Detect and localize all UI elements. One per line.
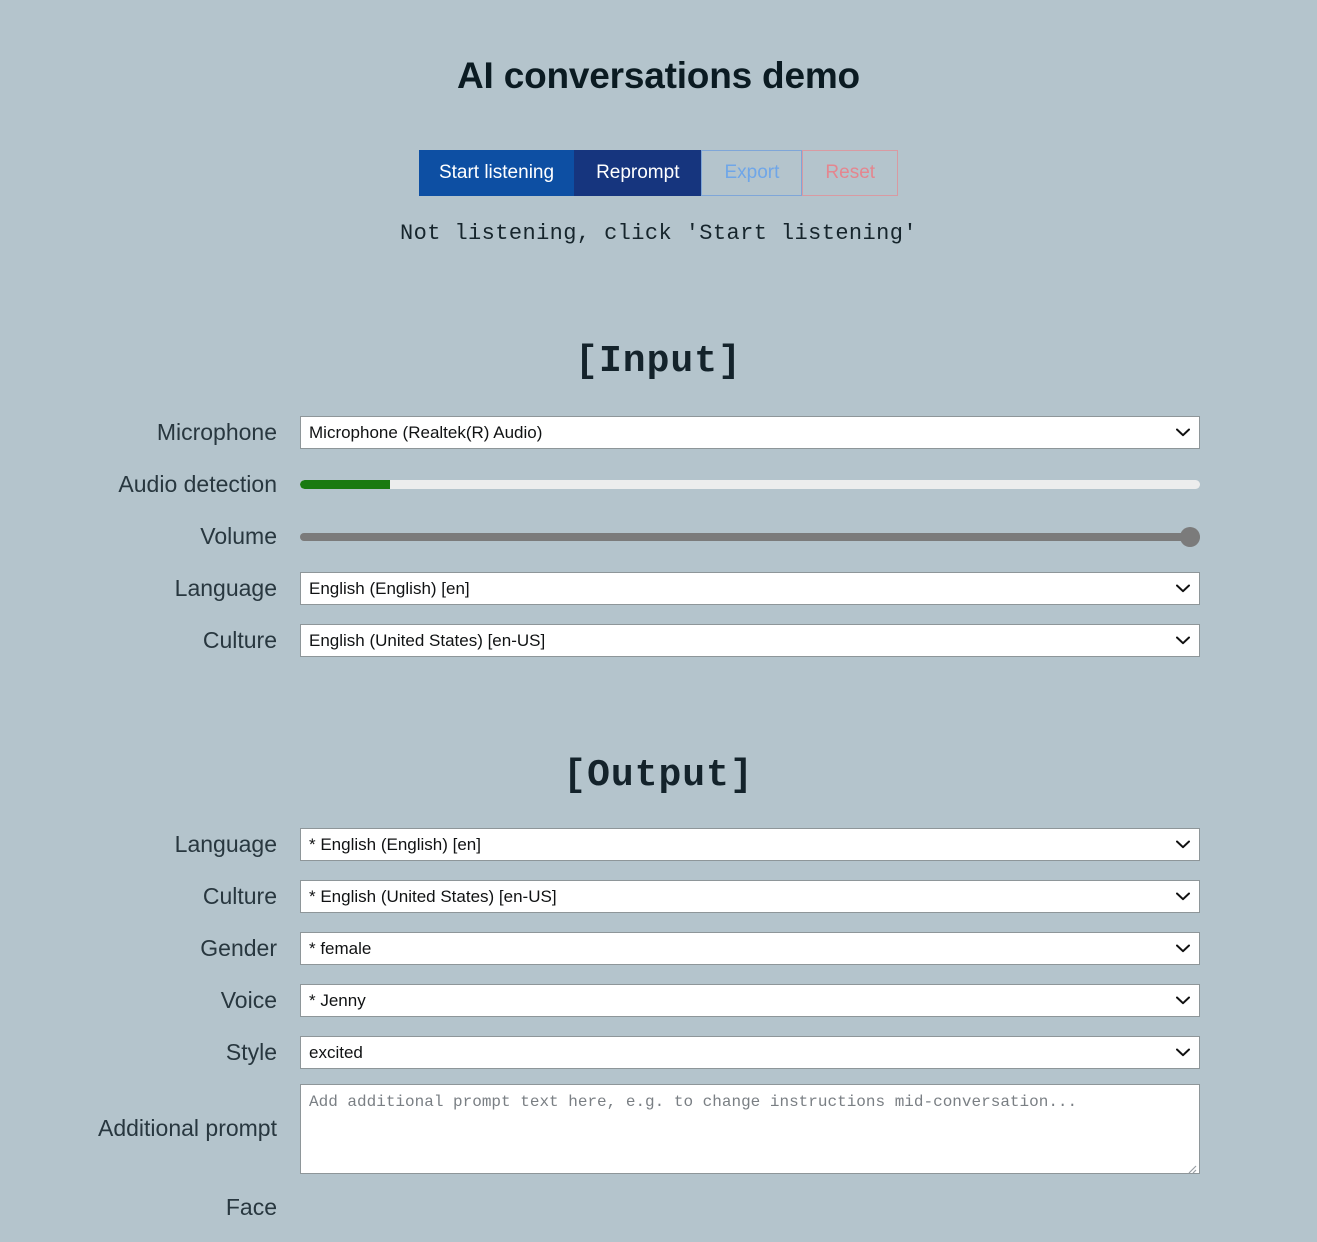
face-field [300, 1180, 1207, 1236]
output-language-field: * English (English) [en] [300, 819, 1207, 871]
output-language-select-value: * English (English) [en] [309, 834, 481, 854]
audio-detection-label: Audio detection [118, 470, 277, 497]
output-gender-field: * female [300, 923, 1207, 975]
input-culture-label: Culture [202, 626, 277, 653]
output-gender-select[interactable]: * female [300, 932, 1200, 966]
additional-prompt-placeholder: Add additional prompt text here, e.g. to… [309, 1093, 1078, 1112]
volume-label: Volume [200, 522, 277, 549]
output-language-select[interactable]: * English (English) [en] [300, 828, 1200, 862]
output-section-heading: [Output] [563, 753, 754, 797]
output-voice-label: Voice [220, 986, 277, 1013]
output-voice-select-value: * Jenny [309, 990, 366, 1010]
output-culture-select[interactable]: * English (United States) [en-US] [300, 880, 1200, 914]
face-label: Face [225, 1193, 277, 1220]
page-title: AI conversations demo [457, 55, 860, 96]
audio-detection-field [300, 459, 1207, 511]
chevron-down-icon [1176, 1037, 1190, 1068]
toolbar: Start listening Reprompt Export Reset [0, 149, 1317, 196]
output-voice-select[interactable]: * Jenny [300, 984, 1200, 1018]
chevron-down-icon [1176, 625, 1190, 656]
toolbar-button-group: Start listening Reprompt Export Reset [418, 149, 899, 196]
reprompt-button[interactable]: Reprompt [574, 149, 702, 196]
chevron-down-icon [1176, 881, 1190, 912]
app-root: AI conversations demo Start listening Re… [0, 0, 1317, 1242]
audio-detection-progress [300, 480, 1200, 490]
resize-handle-icon[interactable] [1185, 1160, 1197, 1174]
input-culture-select-value: English (United States) [en-US] [309, 630, 546, 650]
input-language-select-value: English (English) [en] [309, 578, 470, 598]
microphone-select[interactable]: Microphone (Realtek(R) Audio) [300, 416, 1200, 450]
output-style-field: excited [300, 1027, 1207, 1079]
output-language-label: Language [174, 830, 277, 857]
input-language-label: Language [174, 574, 277, 601]
output-culture-field: * English (United States) [en-US] [300, 871, 1207, 923]
output-style-select-value: excited [309, 1042, 363, 1062]
input-language-field: English (English) [en] [300, 563, 1207, 615]
listening-status-text: Not listening, click 'Start listening' [400, 220, 917, 246]
microphone-select-value: Microphone (Realtek(R) Audio) [309, 422, 543, 442]
output-culture-label: Culture [202, 882, 277, 909]
output-gender-select-value: * female [309, 938, 372, 958]
start-listening-button[interactable]: Start listening [418, 149, 575, 196]
input-language-select[interactable]: English (English) [en] [300, 572, 1200, 606]
input-culture-select[interactable]: English (United States) [en-US] [300, 624, 1200, 658]
reset-button[interactable]: Reset [802, 149, 899, 196]
output-voice-field: * Jenny [300, 975, 1207, 1027]
chevron-down-icon [1176, 417, 1190, 448]
output-style-label: Style [225, 1038, 277, 1065]
input-culture-field: English (United States) [en-US] [300, 615, 1207, 667]
volume-slider-thumb[interactable] [1180, 526, 1200, 547]
output-gender-label: Gender [200, 934, 277, 961]
output-form: Language * English (English) [en] Cultur… [0, 819, 1317, 1236]
additional-prompt-textarea[interactable]: Add additional prompt text here, e.g. to… [300, 1084, 1200, 1175]
chevron-down-icon [1176, 985, 1190, 1016]
additional-prompt-field: Add additional prompt text here, e.g. to… [300, 1079, 1207, 1180]
volume-slider[interactable] [300, 526, 1200, 548]
volume-field [300, 511, 1207, 563]
microphone-field: Microphone (Realtek(R) Audio) [300, 407, 1207, 459]
chevron-down-icon [1176, 933, 1190, 964]
volume-slider-track [300, 532, 1200, 541]
chevron-down-icon [1176, 829, 1190, 860]
input-section-heading: [Input] [575, 339, 742, 383]
output-culture-select-value: * English (United States) [en-US] [309, 886, 557, 906]
chevron-down-icon [1176, 573, 1190, 604]
additional-prompt-label: Additional prompt [98, 1115, 277, 1142]
microphone-label: Microphone [156, 418, 277, 445]
output-style-select[interactable]: excited [300, 1036, 1200, 1070]
input-form: Microphone Microphone (Realtek(R) Audio)… [0, 407, 1317, 667]
export-button[interactable]: Export [701, 149, 803, 196]
audio-detection-progress-fill [300, 480, 390, 490]
